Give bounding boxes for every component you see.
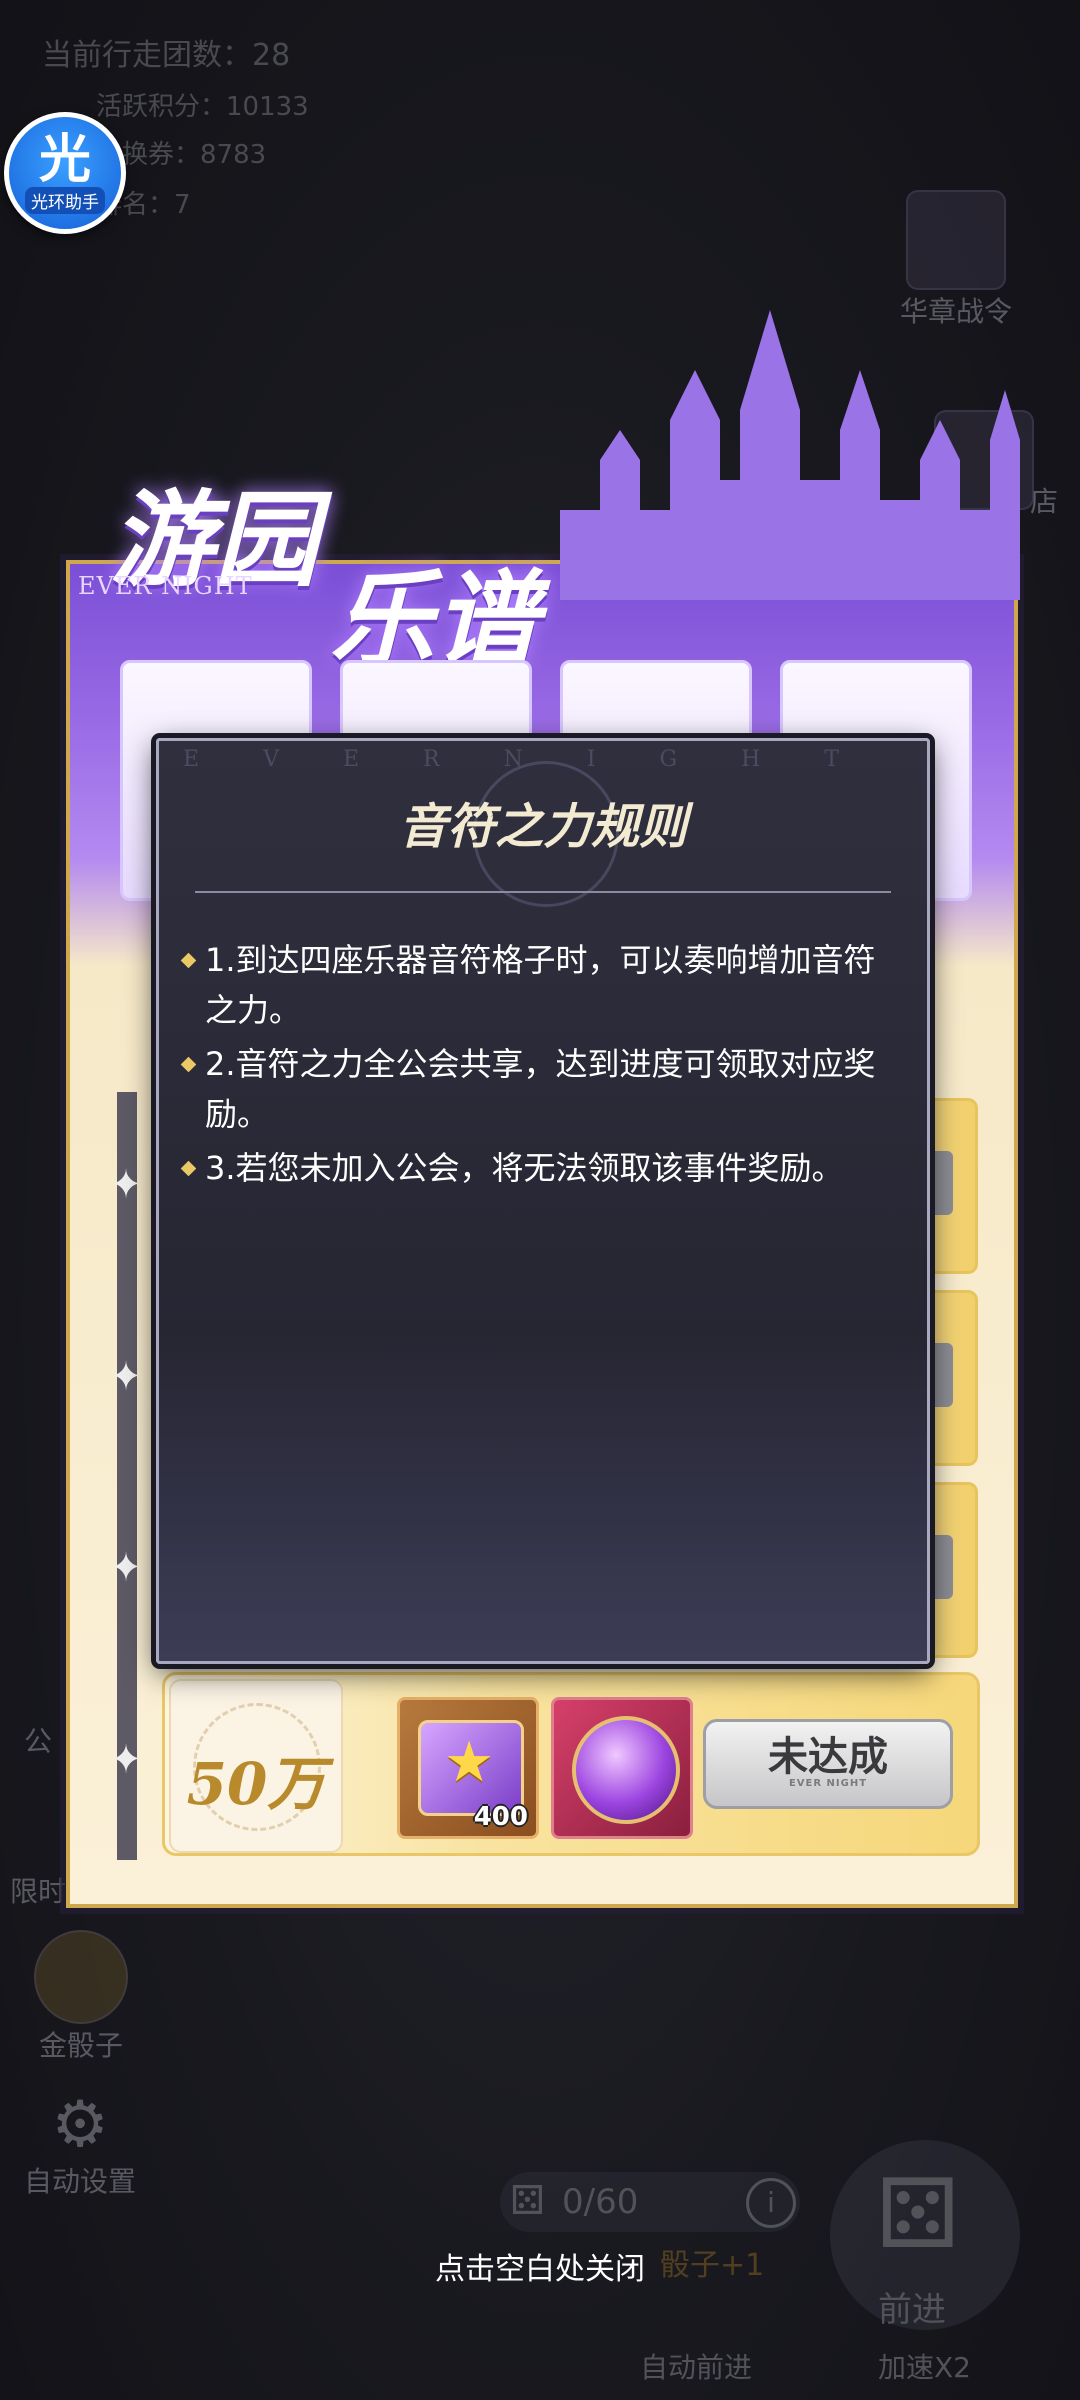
close-hint[interactable]: 点击空白处关闭 bbox=[0, 2244, 1080, 2288]
progress-star-icon: ✦ bbox=[109, 1162, 143, 1208]
assistant-logo: 光 bbox=[38, 129, 91, 190]
reward-row: 50万 ★ 400 未达成 EVER NIGHT bbox=[162, 1672, 980, 1856]
rule-text: 1.到达四座乐器音符格子时，可以奏响增加音符之力。 bbox=[205, 941, 876, 1029]
rule-text: 3.若您未加入公会，将无法领取该事件奖励。 bbox=[205, 1149, 844, 1187]
claim-button-not-reached[interactable]: 未达成 EVER NIGHT bbox=[703, 1719, 953, 1809]
progress-star-icon: ✦ bbox=[109, 1545, 143, 1591]
castle-silhouette bbox=[560, 310, 1020, 600]
star-icon: ★ bbox=[444, 1730, 495, 1795]
bullet-icon bbox=[180, 1160, 197, 1177]
threshold-badge: 50万 bbox=[169, 1679, 343, 1853]
claim-button-label: 未达成 bbox=[768, 1734, 888, 1780]
orb-icon bbox=[572, 1716, 680, 1824]
rule-text: 2.音符之力全公会共享，达到进度可领取对应奖励。 bbox=[205, 1045, 876, 1133]
modal-title: 音符之力规则 bbox=[398, 799, 687, 855]
rules-modal: EVERNIGHT 音符之力规则 1.到达四座乐器音符格子时，可以奏响增加音符之… bbox=[156, 738, 930, 1664]
bullet-icon bbox=[180, 952, 197, 969]
progress-star-icon: ✦ bbox=[109, 1737, 143, 1783]
rule-item: 3.若您未加入公会，将无法领取该事件奖励。 bbox=[179, 1143, 879, 1193]
rule-item: 2.音符之力全公会共享，达到进度可领取对应奖励。 bbox=[179, 1039, 879, 1139]
assistant-float-button[interactable]: 光 光环助手 bbox=[4, 112, 126, 234]
progress-star-icon: ✦ bbox=[109, 1354, 143, 1400]
event-subtitle: EVER NIGHT bbox=[78, 572, 253, 600]
rules-list: 1.到达四座乐器音符格子时，可以奏响增加音符之力。 2.音符之力全公会共享，达到… bbox=[179, 935, 879, 1197]
bullet-icon bbox=[180, 1056, 197, 1073]
reward-item-count: 400 bbox=[473, 1802, 528, 1832]
claim-button-sub: EVER NIGHT bbox=[788, 1778, 868, 1789]
modal-divider bbox=[195, 891, 891, 893]
reward-item-orb[interactable] bbox=[551, 1697, 693, 1839]
rule-item: 1.到达四座乐器音符格子时，可以奏响增加音符之力。 bbox=[179, 935, 879, 1035]
assistant-label: 光环助手 bbox=[25, 186, 105, 214]
reward-item-ticket[interactable]: ★ 400 bbox=[397, 1697, 539, 1839]
threshold-value: 50万 bbox=[186, 1750, 326, 1818]
